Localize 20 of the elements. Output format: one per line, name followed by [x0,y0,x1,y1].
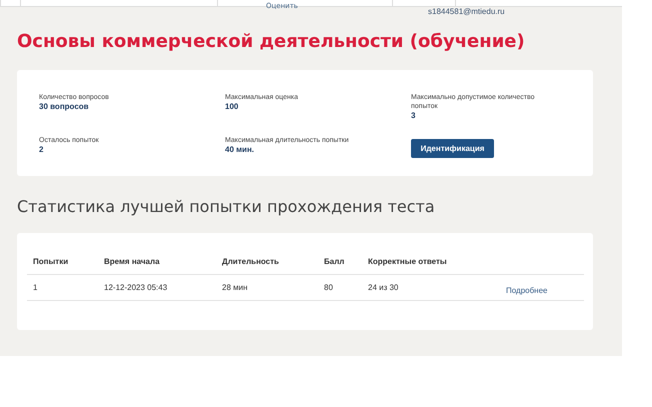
info-value: 40 мин. [225,145,256,155]
table-cell-text: 80 [324,283,334,292]
identification-button[interactable]: Идентификация [411,139,494,158]
info-value: 100 [225,102,240,112]
column-header: Попытки [33,257,70,266]
info-value: 3 [411,111,416,121]
info-value: 2 [39,145,44,155]
table-cell-text: 1 [33,283,38,292]
info-value: 30 вопросов [39,102,90,112]
table-cell-text: 28 мин [222,283,249,292]
page-title: Основы коммерческой деятельности (обучение) [17,31,525,53]
section-heading: Статистика лучшей попытки прохождения теста [17,196,436,218]
column-header: Длительность [222,257,280,266]
column-header: Корректные ответы [368,257,448,266]
column-header: Время начала [104,257,161,266]
user-email: s1844581@mtiedu.ru [428,7,505,16]
details-link[interactable]: Подробнее [506,286,548,295]
column-header: Балл [324,257,346,266]
table-cell-text: 12-12-2023 05:43 [104,283,168,292]
table-cell-text: 24 из 30 [368,283,400,292]
